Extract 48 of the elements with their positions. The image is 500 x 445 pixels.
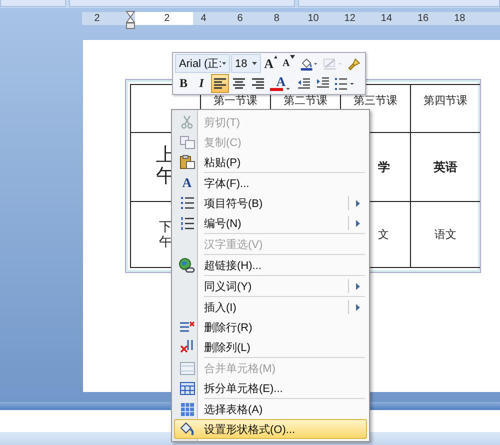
clipboard-icon <box>180 155 194 169</box>
ruler-label: 4 <box>200 12 208 24</box>
ruler-label: 6 <box>236 12 244 24</box>
menu-item[interactable]: 删除行(R) <box>174 317 367 337</box>
ruler-label: 14 <box>380 12 394 24</box>
delete-column-icon <box>180 340 194 354</box>
table-grid-icon <box>180 402 194 416</box>
ruler-label: 16 <box>416 12 430 24</box>
submenu-arrow-icon <box>356 282 360 290</box>
menu-item[interactable]: 设置形状格式(O)... <box>174 419 367 439</box>
menu-item[interactable]: 删除列(L) <box>174 337 367 357</box>
delete-row-icon <box>180 321 194 333</box>
font-field[interactable]: 18 <box>231 54 262 73</box>
menu-item[interactable]: 选择表格(A) <box>174 399 367 419</box>
submenu-arrow-icon <box>356 304 360 310</box>
align-left-button[interactable] <box>211 74 229 93</box>
menu-item[interactable]: 拆分单元格(E)... <box>174 378 367 398</box>
copy-icon <box>180 136 194 148</box>
grow-button[interactable]: A <box>262 54 280 73</box>
bullet-list-icon <box>180 197 194 209</box>
submenu-arrow-icon <box>356 200 360 206</box>
merge-cells-icon <box>180 362 194 374</box>
dropdown-arrow-icon <box>252 62 258 65</box>
ruler-label: 12 <box>343 12 356 24</box>
numbered-list-icon <box>180 216 194 230</box>
ruler-label: 2 <box>163 12 171 24</box>
caret-down-icon <box>290 55 295 59</box>
dropdown-arrow-icon <box>222 62 226 65</box>
bold-button[interactable]: B <box>175 74 192 93</box>
split-cells-icon <box>180 382 194 394</box>
ribbon-group <box>0 0 66 7</box>
indent-marker-icon[interactable] <box>126 11 135 29</box>
font-glyph: A <box>182 175 192 191</box>
scissors-icon <box>181 115 193 129</box>
ruler-label: 10 <box>306 12 320 24</box>
caret-up-icon <box>274 55 278 59</box>
paint-bucket-icon <box>179 422 195 436</box>
shrink-button[interactable]: A <box>280 54 298 73</box>
color-bar-icon <box>270 88 292 92</box>
table-cell: 第四节课 <box>410 84 480 132</box>
ruler-label: 8 <box>272 12 280 24</box>
menu-item[interactable]: 同义词(Y) <box>174 276 367 296</box>
menu-item[interactable]: 插入(I) <box>174 297 367 317</box>
submenu-arrow-icon <box>356 220 360 226</box>
globe-link-icon <box>179 258 195 272</box>
ruler-label: 18 <box>453 12 466 24</box>
font-field[interactable]: Arial (正: <box>175 54 230 73</box>
ruler-label: 2 <box>93 12 101 24</box>
